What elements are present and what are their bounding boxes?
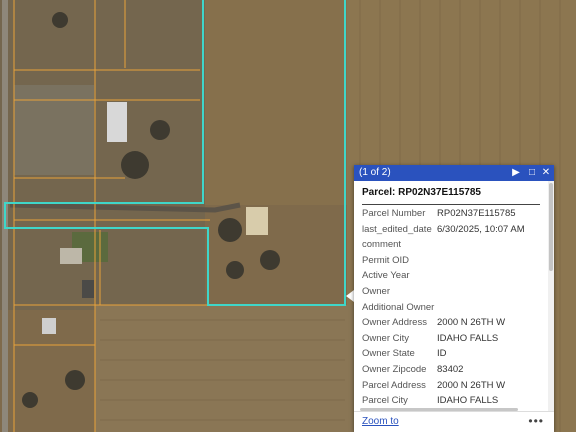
attribute-table: Parcel Number RP02N37E115785 last_edited_d…	[362, 208, 525, 411]
attribute-value: 2000 N 26TH W	[437, 317, 506, 329]
popup-footer: Zoom to •••	[354, 411, 554, 432]
attribute-label: last_edited_date	[362, 223, 432, 235]
south-field	[95, 305, 355, 432]
attribute-value: IDAHO FALLS	[437, 332, 499, 344]
attribute-value	[437, 286, 525, 302]
barn-building	[107, 102, 127, 142]
attribute-row: Additional Owner	[362, 302, 525, 318]
attribute-value: 83402	[437, 363, 464, 375]
next-feature-icon[interactable]: ▶	[510, 165, 522, 181]
zoom-to-link[interactable]: Zoom to	[362, 416, 399, 427]
attribute-row: Active Year	[362, 270, 525, 286]
attribute-label: Parcel Address	[362, 379, 426, 391]
house-building	[246, 207, 268, 235]
attribute-row: Parcel Number RP02N37E115785	[362, 208, 525, 224]
attribute-label: comment	[362, 239, 402, 251]
yard-patch	[14, 85, 94, 175]
attribute-label: Owner	[362, 285, 390, 297]
popup-title: Parcel: RP02N37E115785	[362, 187, 540, 205]
attribute-label: Owner Zipcode	[362, 363, 427, 375]
attribute-row: Permit OID	[362, 255, 525, 271]
attribute-value	[437, 255, 525, 271]
attribute-row: Owner State ID	[362, 348, 525, 364]
attribute-value: 2000 N 26TH W	[437, 379, 506, 391]
attribute-label: Owner City	[362, 332, 409, 344]
vertical-scrollbar[interactable]	[548, 181, 554, 412]
attribute-row: Parcel Address 2000 N 26TH W	[362, 380, 525, 396]
house-west	[60, 248, 82, 264]
attribute-label: Permit OID	[362, 254, 409, 266]
north-field	[205, 0, 347, 205]
attribute-row: Owner City IDAHO FALLS	[362, 333, 525, 349]
popup-header: (1 of 2) ▶ □ ✕	[354, 165, 554, 181]
attribute-value	[437, 302, 525, 318]
attribute-value: 6/30/2025, 10:07 AM	[437, 223, 525, 235]
attribute-row: comment	[362, 239, 525, 255]
attribute-row: Owner Zipcode 83402	[362, 364, 525, 380]
attribute-value	[437, 270, 525, 286]
shed-building	[82, 280, 94, 298]
feature-counter: (1 of 2)	[359, 167, 391, 178]
attribute-label: Active Year	[362, 270, 410, 282]
attribute-value	[437, 239, 525, 255]
attribute-label: Additional Owner	[362, 301, 435, 313]
scroll-thumb[interactable]	[549, 183, 553, 271]
attribute-row: Owner Address 2000 N 26TH W	[362, 317, 525, 333]
popup-content[interactable]: Parcel: RP02N37E115785 Parcel Number RP02…	[354, 181, 548, 412]
attribute-value: RP02N37E115785	[437, 208, 516, 219]
attribute-row: last_edited_date 6/30/2025, 10:07 AM	[362, 224, 525, 240]
close-icon[interactable]: ✕	[540, 165, 552, 181]
popup-pointer	[346, 290, 354, 302]
more-options-icon[interactable]: •••	[528, 414, 544, 428]
attribute-label: Owner Address	[362, 317, 427, 329]
dock-square-icon[interactable]: □	[526, 165, 538, 181]
attribute-label: Owner State	[362, 348, 415, 360]
attribute-row: Owner	[362, 286, 525, 302]
parcel-popup: (1 of 2) ▶ □ ✕ Parcel: RP02N37E115785 Pa…	[354, 165, 554, 432]
attribute-value: ID	[437, 348, 447, 360]
attribute-label: Parcel Number	[362, 208, 426, 219]
shed-southwest	[42, 318, 56, 334]
